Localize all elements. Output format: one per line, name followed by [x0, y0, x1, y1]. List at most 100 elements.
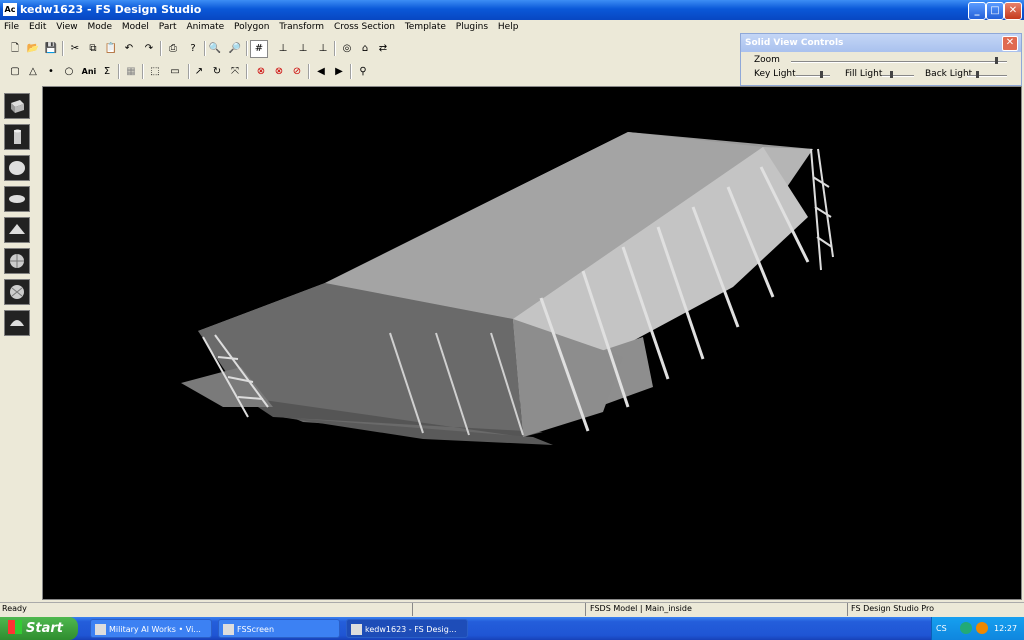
title-bar: Ac kedw1623 - FS Design Studio _ □ ✕: [0, 0, 1024, 20]
align-z-icon[interactable]: ⊥: [314, 40, 332, 58]
prev-icon[interactable]: ◀: [312, 63, 330, 81]
view3d-icon[interactable]: ◎: [338, 40, 356, 58]
start-label: Start: [26, 621, 63, 636]
secondary-toolbar: ▢ △ • ○ Ani Σ ▦ ⬚ ▭ ↗ ↻ ⤧ ⊗ ⊗ ⊘ ◀ ▶ ⚲: [0, 61, 740, 83]
browser-icon: [95, 624, 106, 635]
zoom-in-icon[interactable]: 🔍: [206, 40, 224, 58]
scale-icon[interactable]: ⤧: [226, 63, 244, 81]
stop-y-icon[interactable]: ⊗: [270, 63, 288, 81]
status-text: Ready: [2, 604, 27, 613]
export-icon[interactable]: ⇄: [374, 40, 392, 58]
grid-icon[interactable]: #: [250, 40, 268, 58]
tray-app-icon[interactable]: [976, 622, 988, 634]
binoculars-icon[interactable]: ⚲: [354, 63, 372, 81]
back-light-label: Back Light: [925, 69, 973, 79]
key-light-thumb[interactable]: [820, 71, 823, 78]
zoom-slider[interactable]: [791, 61, 1007, 63]
fsscreen-icon: [223, 624, 234, 635]
stop-z-icon[interactable]: ⊘: [288, 63, 306, 81]
sum-icon[interactable]: Σ: [98, 63, 116, 81]
menu-mode[interactable]: Mode: [83, 20, 115, 32]
status-product: FS Design Studio Pro: [851, 604, 934, 613]
paste-icon[interactable]: 📋: [102, 40, 120, 58]
key-light-label: Key Light: [754, 69, 796, 79]
taskbar-item-fsscreen[interactable]: FSScreen: [218, 619, 340, 638]
maximize-button[interactable]: □: [986, 2, 1004, 20]
fill-light-label: Fill Light: [845, 69, 883, 79]
sphere-icon[interactable]: [4, 155, 30, 181]
menu-file[interactable]: File: [0, 20, 22, 32]
dome-icon[interactable]: [4, 310, 30, 336]
redo-icon[interactable]: ↷: [140, 40, 158, 58]
ruler-icon[interactable]: ▭: [164, 63, 186, 81]
panel-close-icon[interactable]: ✕: [1002, 36, 1018, 51]
select-box-icon[interactable]: ▢: [6, 63, 24, 81]
key-light-slider[interactable]: [796, 75, 830, 77]
save-icon[interactable]: 💾: [42, 40, 60, 58]
primitives-toolbar: [0, 87, 38, 602]
menu-plugins[interactable]: Plugins: [452, 20, 491, 32]
geosphere-icon[interactable]: [4, 279, 30, 305]
menu-animate[interactable]: Animate: [182, 20, 227, 32]
point-icon[interactable]: •: [42, 63, 60, 81]
panel-title: Solid View Controls: [741, 34, 1021, 52]
zoom-slider-thumb[interactable]: [995, 57, 998, 64]
home-icon[interactable]: ⌂: [356, 40, 374, 58]
taskbar: Start Military AI Works • Vi... FSScreen…: [0, 617, 1024, 640]
main-toolbar: 🗋 📂 💾 ✂ ⧉ 📋 ↶ ↷ ⎙ ? 🔍 🔎 # ⊥ ⊥ ⊥ ◎ ⌂ ⇄: [0, 38, 740, 60]
stop-x-icon[interactable]: ⊗: [252, 63, 270, 81]
disc-icon[interactable]: [4, 186, 30, 212]
menu-cross-section[interactable]: Cross Section: [330, 20, 398, 32]
zoom-out-icon[interactable]: 🔎: [226, 40, 244, 58]
fsds-app-icon: [351, 624, 362, 635]
close-button[interactable]: ✕: [1004, 2, 1022, 20]
back-light-thumb[interactable]: [976, 71, 979, 78]
status-model: FSDS Model | Main_inside: [590, 604, 692, 613]
taskbar-item-fsds[interactable]: kedw1623 - FS Desig...: [346, 619, 468, 638]
animation-button[interactable]: Ani: [78, 63, 100, 81]
system-tray: CS 12:27: [931, 617, 1024, 640]
window-title: kedw1623 - FS Design Studio: [20, 3, 202, 16]
cylinder-icon[interactable]: [4, 124, 30, 150]
3d-viewport[interactable]: [42, 86, 1022, 600]
menu-template[interactable]: Template: [401, 20, 449, 32]
menu-transform[interactable]: Transform: [275, 20, 327, 32]
circle-icon[interactable]: ○: [60, 63, 78, 81]
print-icon[interactable]: ⎙: [164, 40, 182, 58]
menu-part[interactable]: Part: [155, 20, 180, 32]
back-light-slider[interactable]: [967, 75, 1007, 77]
windows-flag-icon: [8, 620, 22, 634]
next-icon[interactable]: ▶: [330, 63, 348, 81]
globe-icon[interactable]: [4, 248, 30, 274]
pyramid-icon[interactable]: [4, 217, 30, 243]
start-button[interactable]: Start: [0, 617, 78, 640]
texture-icon[interactable]: ▦: [122, 63, 140, 81]
cut-icon[interactable]: ✂: [66, 40, 84, 58]
menu-model[interactable]: Model: [118, 20, 152, 32]
rotate-icon[interactable]: ↻: [208, 63, 226, 81]
move-icon[interactable]: ↗: [190, 63, 208, 81]
help-icon[interactable]: ?: [184, 40, 202, 58]
triangle-icon[interactable]: △: [24, 63, 42, 81]
menu-help[interactable]: Help: [494, 20, 522, 32]
tray-network-icon[interactable]: [960, 622, 972, 634]
align-y-icon[interactable]: ⊥: [294, 40, 312, 58]
clock: 12:27: [994, 624, 1018, 633]
zoom-label: Zoom: [754, 55, 780, 65]
fill-light-thumb[interactable]: [890, 71, 893, 78]
language-indicator[interactable]: CS: [936, 624, 947, 633]
open-icon[interactable]: 📂: [24, 40, 42, 58]
menu-edit[interactable]: Edit: [25, 20, 49, 32]
fill-light-slider[interactable]: [882, 75, 914, 77]
new-icon[interactable]: 🗋: [6, 40, 24, 58]
minimize-button[interactable]: _: [968, 2, 986, 20]
taskbar-item-military-ai-works[interactable]: Military AI Works • Vi...: [90, 619, 212, 638]
menu-view[interactable]: View: [52, 20, 80, 32]
align-x-icon[interactable]: ⊥: [274, 40, 292, 58]
copy-icon[interactable]: ⧉: [84, 40, 102, 58]
dotted-select-icon[interactable]: ⬚: [146, 63, 164, 81]
app-icon: Ac: [3, 3, 17, 16]
box-icon[interactable]: [4, 93, 30, 119]
menu-polygon[interactable]: Polygon: [230, 20, 272, 32]
undo-icon[interactable]: ↶: [120, 40, 138, 58]
